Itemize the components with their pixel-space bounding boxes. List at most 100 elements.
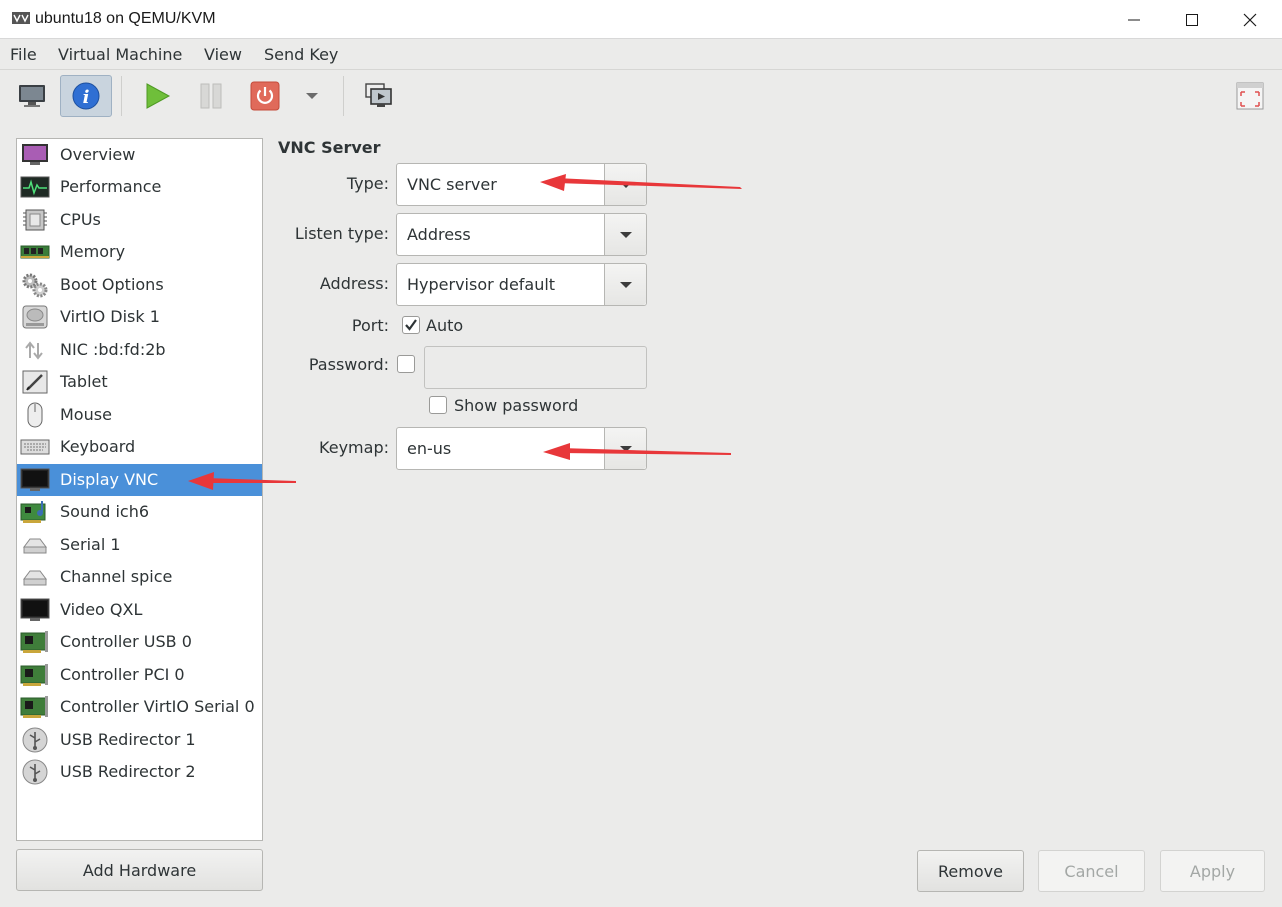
sidebar-item-controller-pci-0[interactable]: Controller PCI 0 [17,659,262,691]
port-auto-checkbox[interactable] [402,316,420,334]
sidebar-item-display-vnc[interactable]: Display VNC [17,464,262,496]
menu-send-key[interactable]: Send Key [264,45,338,64]
usb-icon [22,759,48,785]
close-icon [1243,13,1257,26]
pause-button[interactable] [185,75,237,117]
sidebar-item-boot-options[interactable]: Boot Options [17,269,262,301]
details-button[interactable]: i [60,75,112,117]
sidebar-item-video-qxl[interactable]: Video QXL [17,594,262,626]
menu-virtual-machine[interactable]: Virtual Machine [58,45,182,64]
chevron-down-icon [619,181,632,188]
network-arrows-icon [25,341,43,360]
channel-port-icon [23,570,47,586]
sidebar-item-label: USB Redirector 1 [60,730,196,749]
menu-file[interactable]: File [10,45,37,64]
sidebar-item-label: Boot Options [60,275,164,294]
run-button[interactable] [131,75,183,117]
chevron-down-icon [306,93,318,99]
show-password-label: Show password [454,396,579,415]
sidebar-item-keyboard[interactable]: Keyboard [17,431,262,463]
play-icon [146,83,171,109]
remove-button[interactable]: Remove [917,850,1024,892]
maximize-button[interactable] [1163,0,1221,39]
sidebar-item-mouse[interactable]: Mouse [17,399,262,431]
sidebar-item-label: USB Redirector 2 [60,762,196,781]
sidebar-item-virtio-disk-1[interactable]: VirtIO Disk 1 [17,301,262,333]
shutdown-button[interactable] [239,75,291,117]
type-dropdown-button[interactable] [604,164,646,205]
checkmark-icon [405,319,417,331]
controller-card-icon [20,631,48,653]
snapshots-button[interactable] [353,75,405,117]
sidebar-item-controller-usb-0[interactable]: Controller USB 0 [17,626,262,658]
sidebar-item-label: Video QXL [60,600,143,619]
sidebar-item-tablet[interactable]: Tablet [17,366,262,398]
controller-card-icon [20,696,48,718]
chevron-down-icon [619,231,632,238]
password-field[interactable] [424,346,647,389]
type-combo[interactable]: VNC server [396,163,647,206]
sidebar-item-label: Overview [60,145,136,164]
fullscreen-button[interactable] [1224,75,1276,117]
address-dropdown-button[interactable] [604,264,646,305]
sidebar-item-serial-1[interactable]: Serial 1 [17,529,262,561]
keymap-label: Keymap: [319,438,389,457]
sidebar-item-nic[interactable]: NIC :bd:fd:2b [17,334,262,366]
show-password-checkbox[interactable] [429,396,447,414]
sidebar-item-label: Controller VirtIO Serial 0 [60,697,255,716]
title-bar: ubuntu18 on QEMU/KVM [0,0,1282,39]
svg-text:i: i [83,87,90,108]
cancel-button[interactable]: Cancel [1038,850,1145,892]
address-value: Hypervisor default [407,275,556,294]
address-label: Address: [319,274,389,293]
controller-card-icon [20,664,48,686]
sidebar-item-sound-ich6[interactable]: Sound ich6 [17,496,262,528]
sidebar-item-cpus[interactable]: CPUs [17,204,262,236]
memory-ram-icon [20,245,50,259]
password-label: Password: [308,355,389,374]
hard-disk-icon [22,305,48,329]
keyboard-icon [20,439,50,455]
listen-type-combo[interactable]: Address [396,213,647,256]
listen-type-dropdown-button[interactable] [604,214,646,255]
keymap-dropdown-button[interactable] [604,428,646,469]
add-hardware-button[interactable]: Add Hardware [16,849,263,891]
usb-icon [22,727,48,753]
sidebar-item-performance[interactable]: Performance [17,171,262,203]
minimize-icon [1128,19,1140,20]
virt-manager-app-icon [12,12,30,24]
display-monitor-icon [20,468,50,491]
fullscreen-icon [1236,82,1264,110]
sidebar-item-usb-redirector-1[interactable]: USB Redirector 1 [17,724,262,756]
port-label: Port: [351,316,389,335]
sound-card-icon [20,501,46,523]
sidebar-item-overview[interactable]: Overview [17,139,262,171]
shutdown-menu-button[interactable] [292,75,332,117]
sidebar-item-label: Tablet [60,372,108,391]
apply-button[interactable]: Apply [1160,850,1265,892]
sidebar-item-usb-redirector-2[interactable]: USB Redirector 2 [17,756,262,788]
sidebar-item-label: Controller USB 0 [60,632,192,651]
sidebar-item-label: Channel spice [60,567,173,586]
section-title: VNC Server [278,138,381,157]
keymap-combo[interactable]: en-us [396,427,647,470]
password-enable-checkbox[interactable] [397,355,415,373]
menu-view[interactable]: View [204,45,242,64]
pause-icon [200,83,222,109]
listen-type-label: Listen type: [294,224,389,243]
minimize-button[interactable] [1105,0,1163,39]
sidebar-item-channel-spice[interactable]: Channel spice [17,561,262,593]
close-button[interactable] [1221,0,1279,39]
listen-type-value: Address [407,225,471,244]
chevron-down-icon [619,445,632,452]
sidebar-item-label: Memory [60,242,126,261]
address-combo[interactable]: Hypervisor default [396,263,647,306]
serial-port-icon [23,538,47,554]
type-label: Type: [346,174,389,193]
sidebar-item-memory[interactable]: Memory [17,236,262,268]
sidebar-item-controller-virtio-serial-0[interactable]: Controller VirtIO Serial 0 [17,691,262,723]
info-icon: i [72,82,100,110]
console-button[interactable] [6,75,58,117]
toolbar: i [0,70,1282,124]
sidebar-item-label: CPUs [60,210,101,229]
